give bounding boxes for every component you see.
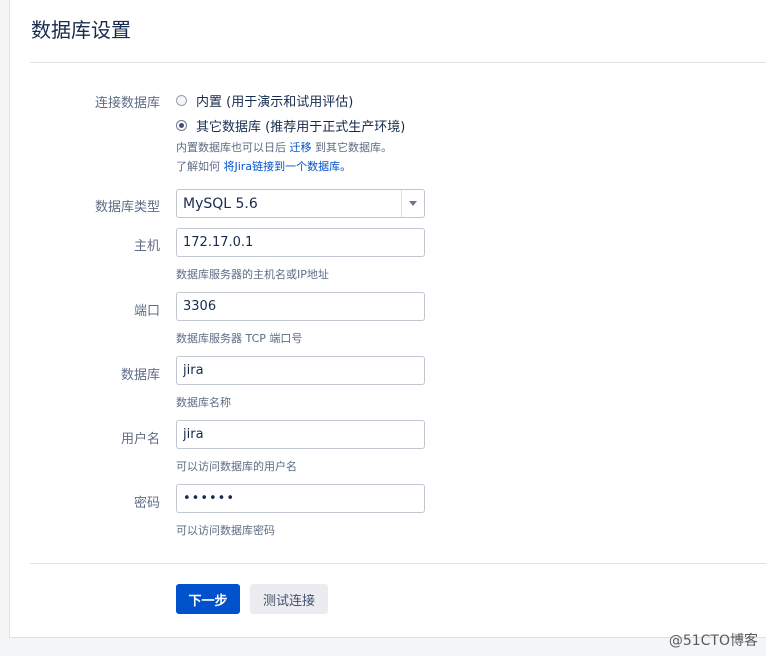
radio-other-database[interactable]: 其它数据库 (推荐用于正式生产环境): [176, 116, 405, 135]
username-label: 用户名: [120, 432, 160, 447]
help-text: 内置数据库也可以日后: [176, 141, 290, 154]
radio-other-database-label: 其它数据库 (推荐用于正式生产环境): [196, 120, 406, 135]
username-input[interactable]: [176, 420, 425, 449]
host-help: 数据库服务器的主机名或IP地址: [176, 268, 329, 281]
database-label: 数据库: [120, 368, 160, 383]
divider: [30, 563, 766, 564]
port-input[interactable]: [176, 292, 425, 321]
connection-help-migrate: 内置数据库也可以日后 迁移 到其它数据库。: [176, 139, 392, 155]
database-help: 数据库名称: [176, 396, 231, 409]
db-type-select[interactable]: MySQL 5.6: [176, 189, 425, 218]
settings-panel: 数据库设置 连接数据库 内置 (用于演示和试用评估) 其它数据库 (推荐用于正式…: [9, 0, 766, 638]
test-connection-button[interactable]: 测试连接: [250, 584, 328, 614]
page-title: 数据库设置: [31, 18, 131, 42]
divider: [30, 62, 766, 63]
database-input[interactable]: [176, 356, 425, 385]
connect-jira-database-link[interactable]: 将Jira链接到一个数据库。: [224, 160, 352, 173]
connection-label: 连接数据库: [94, 96, 160, 111]
radio-builtin-indicator[interactable]: [176, 95, 187, 106]
help-text: 了解如何: [176, 160, 224, 173]
radio-builtin[interactable]: 内置 (用于演示和试用评估): [176, 91, 353, 110]
port-label: 端口: [133, 304, 160, 319]
host-input[interactable]: [176, 228, 425, 257]
db-type-value: MySQL 5.6: [183, 195, 258, 212]
next-button[interactable]: 下一步: [176, 584, 240, 614]
help-text: 到其它数据库。: [311, 141, 392, 154]
db-type-label: 数据库类型: [94, 200, 160, 215]
host-label: 主机: [133, 239, 160, 254]
connection-help-learn: 了解如何 将Jira链接到一个数据库。: [176, 158, 351, 174]
chevron-down-icon[interactable]: [401, 190, 424, 217]
port-help: 数据库服务器 TCP 端口号: [176, 332, 303, 345]
password-input[interactable]: [176, 484, 425, 513]
password-label: 密码: [133, 496, 160, 511]
radio-builtin-label: 内置 (用于演示和试用评估): [196, 95, 354, 110]
watermark: @51CTO博客: [668, 633, 758, 649]
password-help: 可以访问数据库密码: [176, 524, 275, 537]
username-help: 可以访问数据库的用户名: [176, 460, 297, 473]
radio-other-database-indicator[interactable]: [176, 120, 187, 131]
migrate-link[interactable]: 迁移: [290, 141, 312, 154]
